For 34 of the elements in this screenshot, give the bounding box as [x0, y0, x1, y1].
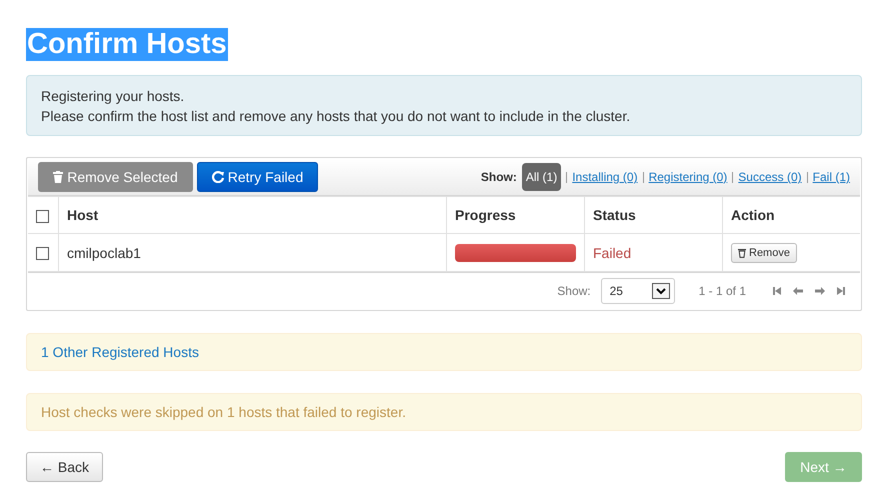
page-size-select[interactable]: 25 [600, 278, 675, 304]
status-text: Failed [593, 244, 632, 260]
filter-label: Show: [480, 170, 517, 184]
info-text: Registering your hosts. [41, 87, 186, 106]
remove-selected-button[interactable]: Remove Selected [38, 162, 193, 192]
page-title: Confirm Hosts [26, 28, 228, 61]
select-all-checkbox[interactable] [36, 210, 49, 223]
back-button[interactable]: ← Back [26, 452, 104, 482]
trash-icon [53, 171, 64, 183]
filter-link[interactable]: All (1) [522, 163, 562, 191]
next-page-icon[interactable] [814, 286, 826, 296]
warning-text: Host checks were skipped on 1 hosts that failed to register. [41, 404, 406, 420]
info-text: Please confirm the host list and remove any hosts that you do not want to include in the cluster. [41, 107, 632, 126]
filter-link[interactable]: Registering (0) [648, 170, 728, 184]
other-hosts-link[interactable]: 1 Other Registered Hosts [41, 344, 199, 360]
refresh-icon [212, 171, 224, 183]
filter-link[interactable]: Success (0) [738, 170, 802, 184]
last-page-icon[interactable] [836, 286, 846, 296]
previous-page-icon[interactable] [792, 286, 804, 296]
filter-link[interactable]: Fail (1) [812, 170, 850, 184]
trash-icon [738, 248, 746, 258]
remove-button[interactable]: Remove [731, 242, 797, 262]
page-size-label: Show: [557, 284, 591, 298]
first-page-icon[interactable] [772, 286, 782, 296]
dropdown-icon [652, 283, 670, 299]
page-range: 1 - 1 of 1 [698, 284, 746, 298]
retry-failed-button[interactable]: Retry Failed [197, 162, 318, 192]
column-header: Status [593, 207, 636, 223]
filter-link[interactable]: Installing (0) [572, 170, 638, 184]
row-checkbox[interactable] [36, 247, 49, 260]
host-name: cmilpoclab1 [67, 244, 141, 260]
column-header: Host [67, 207, 98, 223]
column-header: Action [731, 207, 775, 223]
column-header: Progress [455, 207, 516, 223]
